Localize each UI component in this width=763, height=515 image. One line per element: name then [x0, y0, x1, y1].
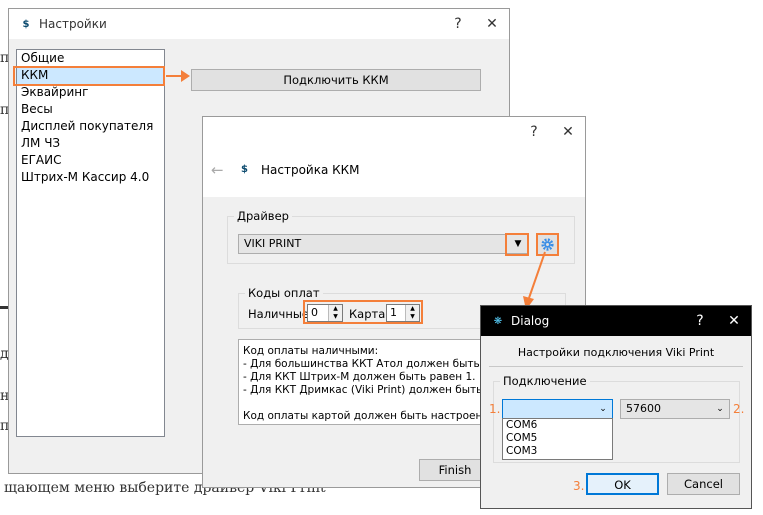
driver-select-value: VIKI PRINT [244, 237, 302, 250]
port-select[interactable]: ⌄ [502, 399, 613, 419]
back-arrow-icon[interactable]: ← [211, 161, 224, 179]
close-icon[interactable]: ✕ [717, 306, 751, 336]
close-icon[interactable]: ✕ [475, 9, 509, 39]
background-doc-divider [0, 306, 8, 309]
dialog-titlebar: ❋ Dialog ? ✕ [481, 306, 751, 336]
dialog-title: Dialog [511, 314, 550, 328]
settings-item-shtrih-cashier[interactable]: Штрих-М Кассир 4.0 [17, 169, 164, 186]
cash-label: Наличные [248, 307, 309, 321]
info-line: Код оплаты картой должен быть настроен в [243, 410, 482, 422]
app-logo-icon: $ [22, 18, 30, 30]
settings-item-acquiring[interactable]: Эквайринг [17, 84, 164, 101]
kkm-page-title: Настройка ККМ [261, 163, 360, 177]
port-option[interactable]: COM3 [503, 445, 612, 458]
info-line: - Для большинства ККТ Атол должен быть р… [243, 358, 482, 370]
help-icon[interactable]: ? [683, 306, 717, 336]
chevron-down-icon[interactable]: ▼ [406, 313, 419, 321]
info-line: Код оплаты наличными: [243, 345, 379, 357]
info-line [243, 397, 477, 410]
chevron-down-icon[interactable]: ⌄ [711, 400, 729, 418]
settings-item-scales[interactable]: Весы [17, 101, 164, 118]
driver-select[interactable]: VIKI PRINT ▼ [238, 234, 528, 254]
cash-code-value: 0 [311, 306, 318, 319]
card-label: Карта [349, 307, 386, 321]
arrow-to-dialog-icon [523, 251, 546, 310]
driver-group-title: Драйвер [234, 209, 292, 223]
settings-item-egais[interactable]: ЕГАИС [17, 152, 164, 169]
settings-item-general[interactable]: Общие [17, 50, 164, 67]
port-option[interactable]: COM6 [503, 419, 612, 432]
dialog-heading: Настройки подключения Viki Print [517, 346, 715, 359]
close-icon[interactable]: ✕ [551, 117, 585, 147]
chevron-down-icon[interactable]: ▼ [329, 313, 342, 321]
card-code-value: 1 [390, 306, 397, 319]
kkm-header: ← $ Настройка ККМ [203, 147, 585, 197]
highlight-kkm-item [13, 66, 165, 86]
settings-item-lm-cz[interactable]: ЛМ ЧЗ [17, 135, 164, 152]
card-code-stepper[interactable]: 1 ▲ ▼ [386, 304, 420, 322]
port-dropdown-list[interactable]: COM6 COM5 COM3 [502, 418, 613, 460]
baud-rate-value: 57600 [626, 402, 661, 415]
chevron-down-icon[interactable]: ⌄ [594, 400, 612, 418]
help-icon[interactable]: ? [517, 117, 551, 147]
payment-codes-title: Коды оплат [245, 286, 323, 300]
connect-kkm-button[interactable]: Подключить ККМ [191, 69, 481, 91]
app-logo-icon: ❋ [493, 315, 503, 327]
settings-category-list[interactable]: Общие ККМ Эквайринг Весы Дисплей покупат… [16, 49, 165, 437]
step-1-label: 1. [489, 402, 501, 416]
info-line: - Для ККТ Штрих-М должен быть равен 1. [243, 371, 476, 383]
background-doc-card [440, 488, 480, 515]
connection-group-title: Подключение [500, 374, 590, 388]
payment-codes-info: Код оплаты наличными: - Для большинства … [238, 339, 482, 425]
chevron-up-icon[interactable]: ▲ [406, 305, 419, 313]
settings-titlebar: $ Настройки ? ✕ [9, 9, 509, 39]
settings-item-customer-display[interactable]: Дисплей покупателя [17, 118, 164, 135]
info-line: - Для ККТ Дримкас (Viki Print) должен бы… [243, 384, 482, 396]
kkm-titlebar: ? ✕ [203, 117, 585, 147]
help-icon[interactable]: ? [441, 9, 475, 39]
port-option[interactable]: COM5 [503, 432, 612, 445]
baud-rate-select[interactable]: 57600 ⌄ [620, 399, 730, 419]
ok-button[interactable]: OK [586, 473, 659, 495]
dialog-divider [489, 366, 743, 367]
step-2-label: 2. [733, 402, 745, 416]
viki-dialog-window: ❋ Dialog ? ✕ Настройки подключения Viki … [480, 305, 752, 509]
cancel-button[interactable]: Cancel [667, 473, 740, 495]
cash-code-stepper[interactable]: 0 ▲ ▼ [307, 304, 343, 322]
chevron-up-icon[interactable]: ▲ [329, 305, 342, 313]
step-3-label: 3. [573, 479, 585, 493]
app-logo-icon: $ [241, 164, 248, 175]
arrow-to-connect-icon [166, 70, 190, 82]
settings-title: Настройки [39, 17, 107, 31]
